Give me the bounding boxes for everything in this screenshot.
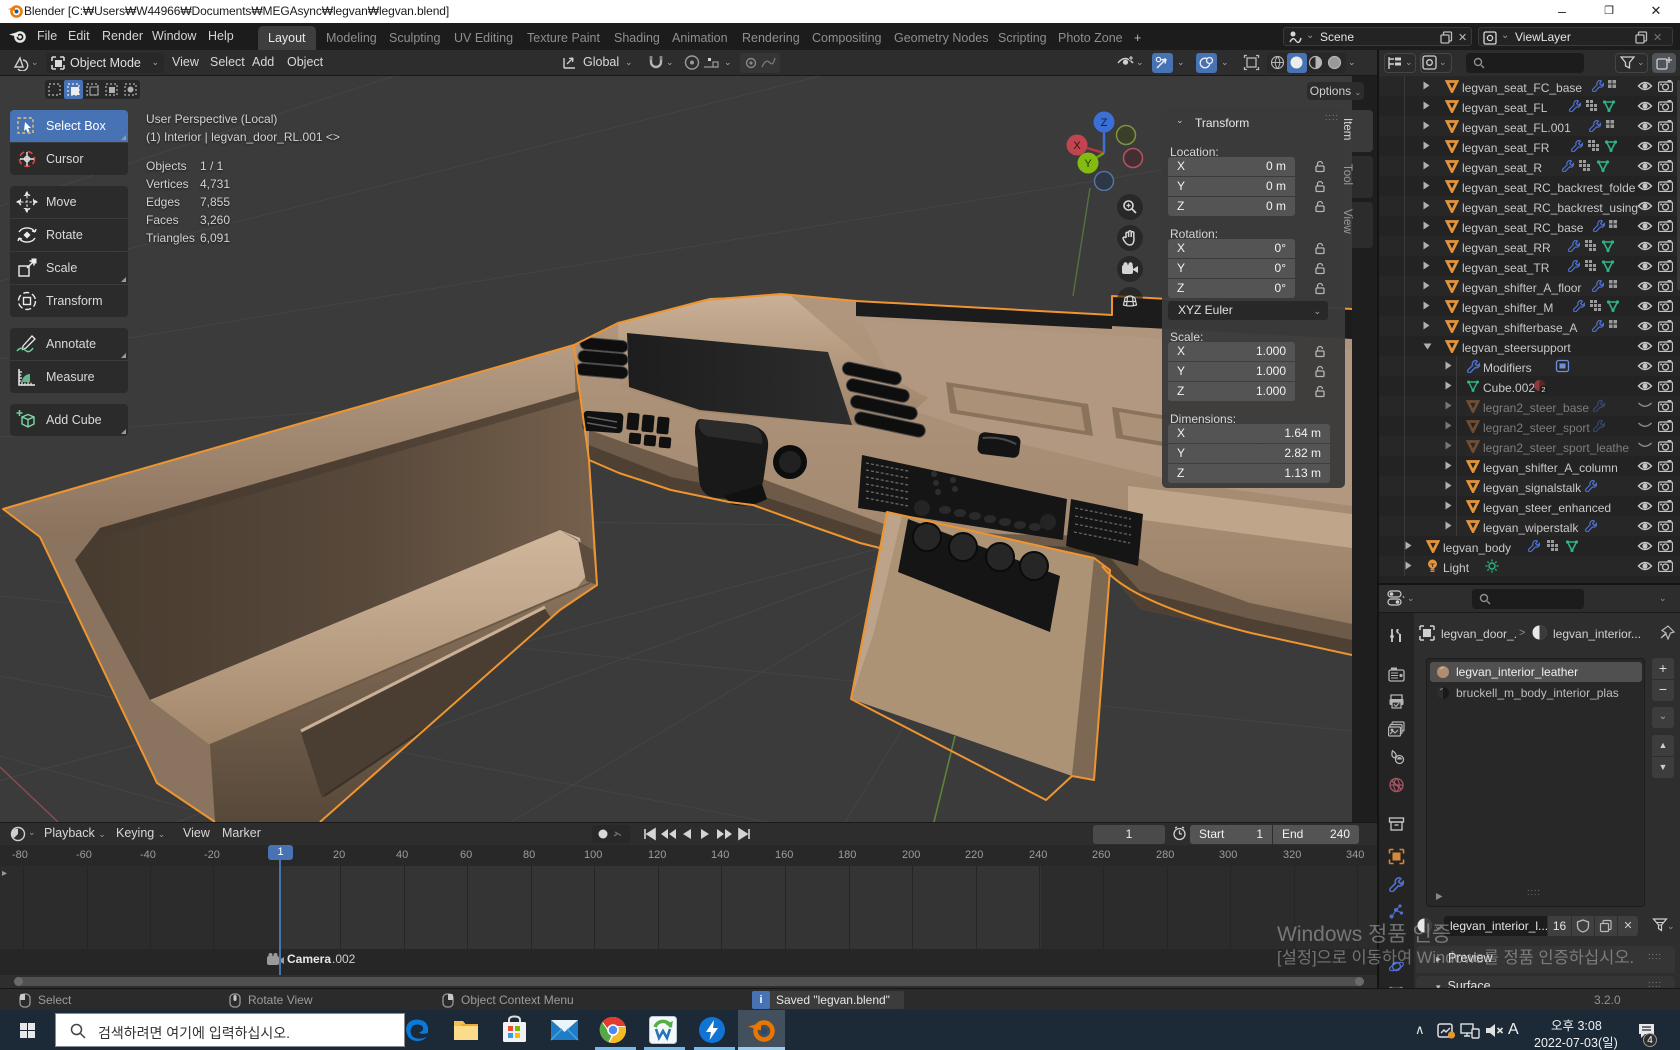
svg-text:2: 2: [1541, 385, 1545, 394]
svg-text:X: X: [1073, 140, 1081, 152]
svg-text:Y: Y: [1084, 158, 1092, 170]
svg-text:Z: Z: [1101, 117, 1108, 129]
